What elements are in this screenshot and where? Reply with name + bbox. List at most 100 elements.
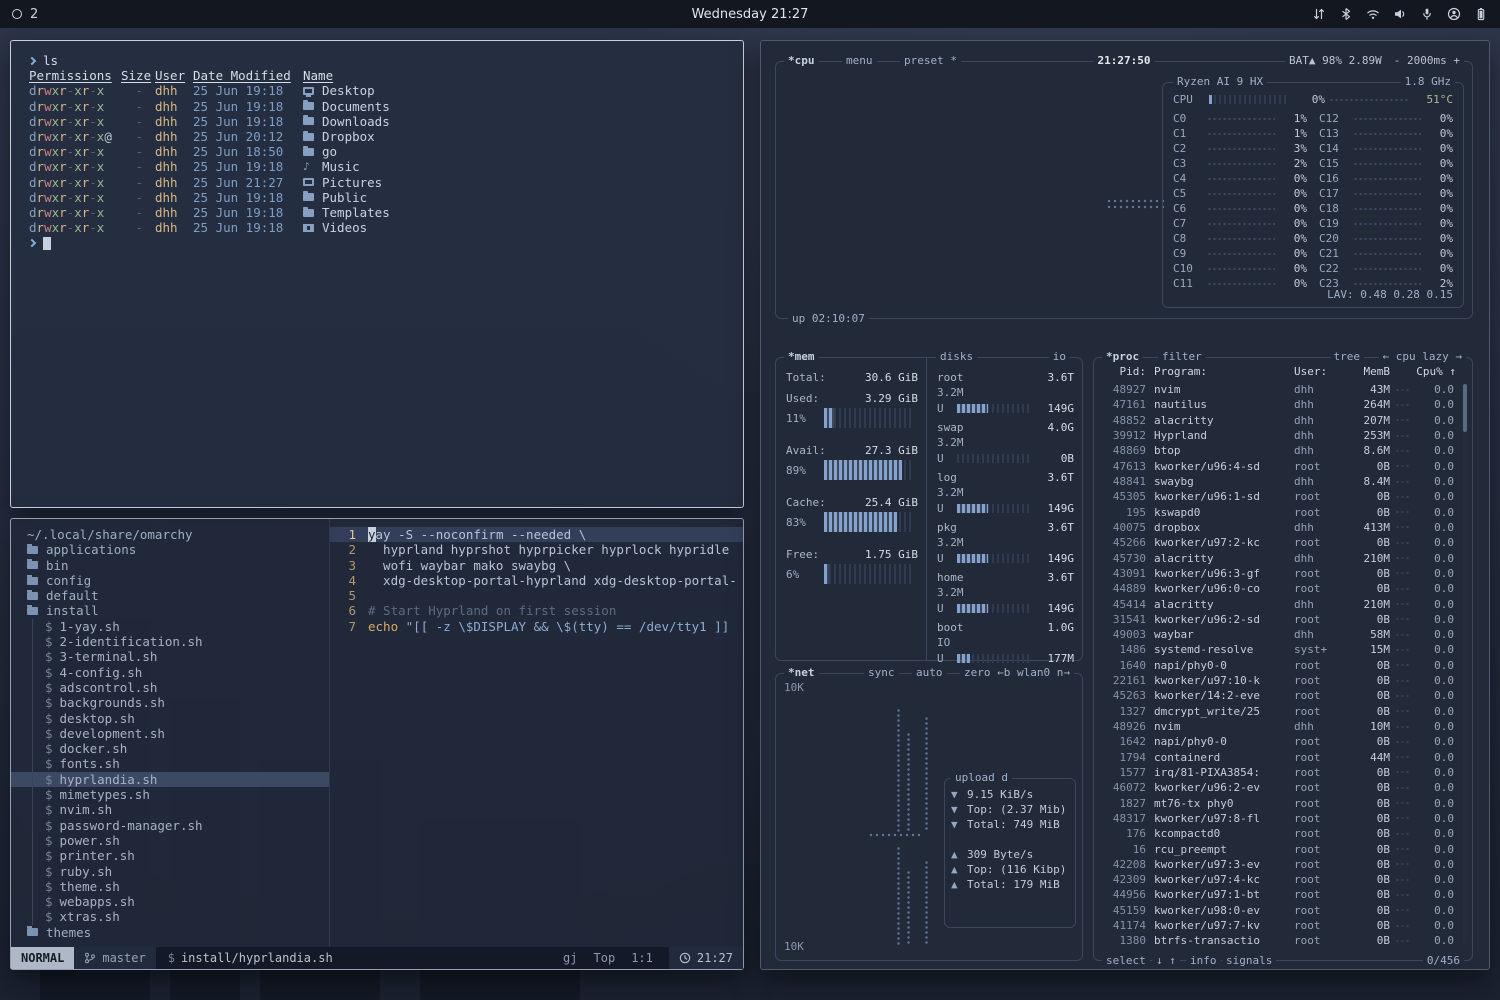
process-row[interactable]: 41174kworker/u97:7-kvroot0B0.0	[1102, 918, 1456, 933]
tree-item[interactable]: $1-yay.sh	[11, 619, 329, 634]
filter-button[interactable]: filter	[1158, 350, 1206, 364]
btop-window[interactable]: *cpu menu preset * 21:27:50 BAT▲ 98% 2.8…	[760, 40, 1490, 970]
tree-root-path[interactable]: ~/.local/share/omarchy	[11, 527, 329, 542]
proc-box-title[interactable]: *proc	[1102, 350, 1143, 364]
tree-item[interactable]: $nvim.sh	[11, 802, 329, 817]
code-line[interactable]: 3 wofi waybar mako swaybg \	[330, 558, 743, 573]
code-line[interactable]: 1yay -S --noconfirm --needed \	[330, 527, 743, 542]
process-row[interactable]: 45266kworker/u97:2-kcroot0B0.0	[1102, 535, 1456, 550]
code-line[interactable]: 7echo "[[ -z \$DISPLAY && \$(tty) == /de…	[330, 619, 743, 634]
tree-item[interactable]: $development.sh	[11, 726, 329, 741]
process-row[interactable]: 48317kworker/u97:8-flroot0B0.0	[1102, 811, 1456, 826]
neovim-window[interactable]: ~/.local/share/omarchy applicationsbinco…	[10, 518, 744, 970]
tree-item[interactable]: $2-identification.sh	[11, 634, 329, 649]
tree-item[interactable]: $desktop.sh	[11, 711, 329, 726]
process-row[interactable]: 1380btrfs-transactioroot0B0.0	[1102, 933, 1456, 948]
process-row[interactable]: 176kcompactd0root0B0.0	[1102, 826, 1456, 841]
tree-item[interactable]: $fonts.sh	[11, 756, 329, 771]
update-interval-control[interactable]: - 2000ms +	[1394, 54, 1460, 68]
volume-icon[interactable]	[1393, 7, 1407, 21]
tree-item[interactable]: $password-manager.sh	[11, 818, 329, 833]
battery-icon[interactable]	[1474, 7, 1488, 21]
tree-item[interactable]: config	[11, 573, 329, 588]
tree-item[interactable]: $4-config.sh	[11, 665, 329, 680]
preset-button[interactable]: preset *	[900, 54, 961, 68]
tree-item[interactable]: $printer.sh	[11, 848, 329, 863]
tree-item[interactable]: $webapps.sh	[11, 894, 329, 909]
process-row[interactable]: 48926nvimdhh10M0.0	[1102, 719, 1456, 734]
info-button[interactable]: info	[1186, 954, 1221, 968]
tree-item[interactable]: install	[11, 603, 329, 618]
process-row[interactable]: 43091kworker/u96:3-gfroot0B0.0	[1102, 566, 1456, 581]
code-line[interactable]: 4 xdg-desktop-portal-hyprland xdg-deskto…	[330, 573, 743, 588]
proc-header[interactable]: Pid: Program: User: MemB Cpu% ↑	[1102, 364, 1456, 379]
header-cpu[interactable]: Cpu% ↑	[1416, 364, 1456, 379]
process-row[interactable]: 45305kworker/u96:1-sdroot0B0.0	[1102, 489, 1456, 504]
process-row[interactable]: 48927nvimdhh43M0.0	[1102, 382, 1456, 397]
tree-item[interactable]: $3-terminal.sh	[11, 649, 329, 664]
zero-button[interactable]: zero	[960, 666, 995, 680]
process-row[interactable]: 45263kworker/14:2-everoot0B0.0	[1102, 688, 1456, 703]
tree-item[interactable]: themes	[11, 925, 329, 940]
editor-pane[interactable]: 1yay -S --noconfirm --needed \2 hyprland…	[329, 519, 743, 947]
cpu-box-title[interactable]: *cpu	[784, 54, 819, 68]
tree-item[interactable]: $mimetypes.sh	[11, 787, 329, 802]
code-line[interactable]: 5	[330, 588, 743, 603]
tree-item[interactable]: $hyprlandia.sh	[11, 772, 329, 787]
process-row[interactable]: 1486systemd-resolvesyst+15M0.0	[1102, 642, 1456, 657]
sync-button[interactable]: sync	[864, 666, 899, 680]
process-row[interactable]: 49003waybardhh58M0.0	[1102, 627, 1456, 642]
sort-selector[interactable]: ← cpu lazy →	[1379, 350, 1466, 364]
tree-item[interactable]: $ruby.sh	[11, 864, 329, 879]
header-memb[interactable]: MemB	[1346, 364, 1390, 379]
signals-button[interactable]: signals	[1222, 954, 1276, 968]
tree-item[interactable]: $xtras.sh	[11, 909, 329, 924]
process-row[interactable]: 48841swaybgdhh8.4M0.0	[1102, 474, 1456, 489]
process-row[interactable]: 195kswapd0root0B0.0	[1102, 505, 1456, 520]
auto-button[interactable]: auto	[912, 666, 947, 680]
menu-button[interactable]: menu	[842, 54, 877, 68]
process-row[interactable]: 1640napi/phy0-0root0B0.0	[1102, 658, 1456, 673]
process-row[interactable]: 16rcu_preemptroot0B0.0	[1102, 841, 1456, 856]
updown-arrows-icon[interactable]	[1312, 7, 1326, 21]
tree-item[interactable]: bin	[11, 558, 329, 573]
process-row[interactable]: 42208kworker/u97:3-evroot0B0.0	[1102, 857, 1456, 872]
select-label[interactable]: select	[1102, 954, 1150, 968]
select-arrows[interactable]: ↓ ↑	[1152, 954, 1180, 968]
wifi-icon[interactable]	[1366, 7, 1380, 21]
code-line[interactable]: 2 hyprland hyprshot hyprpicker hyprlock …	[330, 542, 743, 557]
process-row[interactable]: 48852alacrittydhh207M0.0	[1102, 413, 1456, 428]
code-line[interactable]: 6# Start Hyprland on first session	[330, 603, 743, 618]
net-box-title[interactable]: *net	[784, 666, 819, 680]
process-row[interactable]: 1827mt76-tx phy0root0B0.0	[1102, 795, 1456, 810]
workspace-indicator[interactable]: 2	[12, 7, 38, 22]
tree-item[interactable]: $backgrounds.sh	[11, 695, 329, 710]
tree-item[interactable]: $adscontrol.sh	[11, 680, 329, 695]
microphone-icon[interactable]	[1420, 7, 1434, 21]
prompt-line-active[interactable]	[29, 235, 743, 250]
terminal-window-ls[interactable]: ls Permissions Size User Date Modified N…	[10, 40, 744, 508]
process-row[interactable]: 42309kworker/u97:4-kcroot0B0.0	[1102, 872, 1456, 887]
process-row[interactable]: 22161kworker/u97:10-kroot0B0.0	[1102, 673, 1456, 688]
tree-item[interactable]: default	[11, 588, 329, 603]
process-row[interactable]: 31541kworker/u96:2-sdroot0B0.0	[1102, 612, 1456, 627]
account-icon[interactable]	[1447, 7, 1461, 21]
header-program[interactable]: Program:	[1154, 364, 1294, 379]
tree-item[interactable]: $theme.sh	[11, 879, 329, 894]
process-row[interactable]: 44956kworker/u97:1-btroot0B0.0	[1102, 887, 1456, 902]
tree-item[interactable]: applications	[11, 542, 329, 557]
process-row[interactable]: 47161nautilusdhh264M0.0	[1102, 397, 1456, 412]
process-row[interactable]: 1327dmcrypt_write/25root0B0.0	[1102, 704, 1456, 719]
bluetooth-icon[interactable]	[1339, 7, 1353, 21]
header-user[interactable]: User:	[1294, 364, 1346, 379]
process-row[interactable]: 44889kworker/u96:0-coroot0B0.0	[1102, 581, 1456, 596]
process-row[interactable]: 47613kworker/u96:4-sdroot0B0.0	[1102, 459, 1456, 474]
process-row[interactable]: 48869btopdhh8.6M0.0	[1102, 443, 1456, 458]
process-row[interactable]: 40075dropboxdhh413M0.0	[1102, 520, 1456, 535]
process-row[interactable]: 45730alacrittydhh210M0.0	[1102, 550, 1456, 565]
scrollbar-thumb[interactable]	[1463, 384, 1467, 432]
tree-item[interactable]: $docker.sh	[11, 741, 329, 756]
header-pid[interactable]: Pid:	[1102, 364, 1154, 379]
net-interface-switcher[interactable]: ←b wlan0 n→	[993, 666, 1074, 680]
process-row[interactable]: 1794containerdroot44M0.0	[1102, 750, 1456, 765]
